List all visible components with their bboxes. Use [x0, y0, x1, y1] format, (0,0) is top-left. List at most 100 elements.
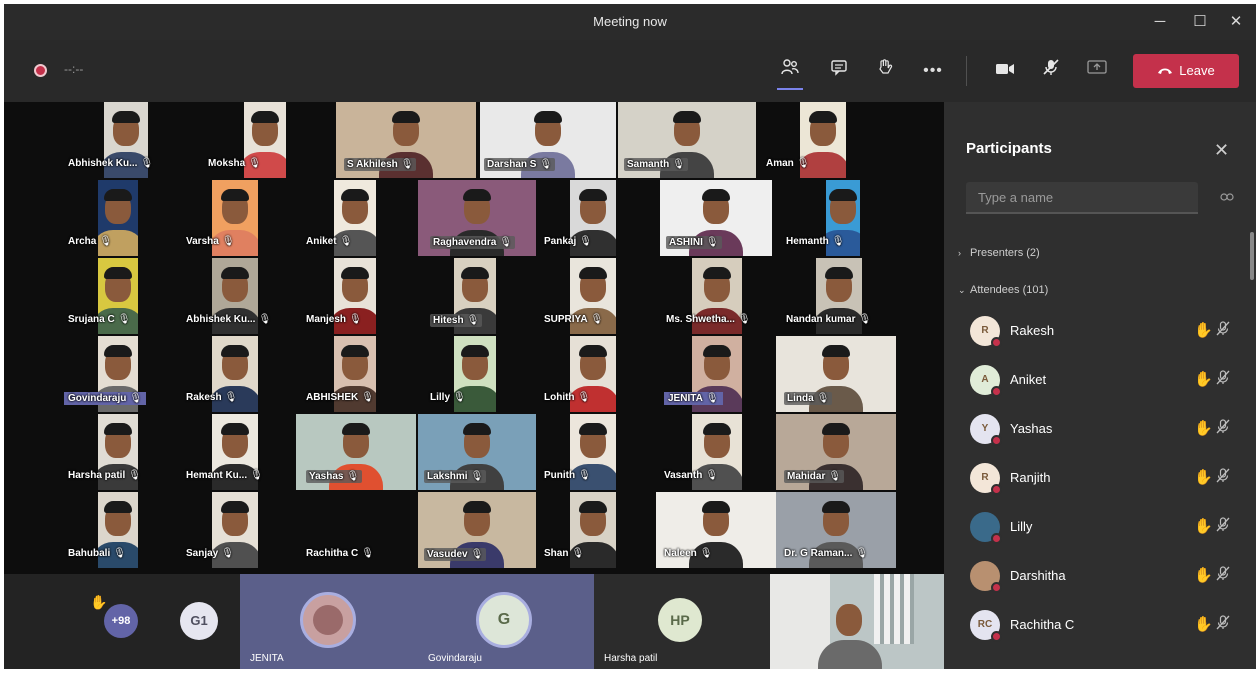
share-invite-icon[interactable]: [1220, 190, 1234, 206]
panel-scrollbar[interactable]: [1250, 232, 1254, 280]
mic-muted-icon: 🎙︎: [699, 548, 713, 559]
video-person-hair: [112, 111, 140, 124]
mic-muted-icon[interactable]: [1216, 615, 1230, 634]
participant-name: Darshitha: [1010, 568, 1066, 583]
video-grid: Abhishek Ku... 🎙︎ Moksha 🎙︎ S Akhilesh 🎙︎ Dars…: [4, 102, 944, 574]
avatar-photo: [313, 605, 343, 635]
video-person-hair: [463, 423, 491, 436]
strip-tile-govindaraju[interactable]: G Govindaraju: [418, 574, 594, 669]
participant-row[interactable]: R Ranjith ✋: [966, 459, 1236, 499]
overflow-count-badge[interactable]: +98: [104, 604, 138, 638]
mic-muted-icon: 🎙︎: [705, 237, 719, 248]
mic-muted-icon[interactable]: [1216, 321, 1230, 340]
more-icon[interactable]: •••: [916, 54, 950, 88]
presenters-section[interactable]: › Presenters (2): [958, 247, 1040, 259]
video-person-hair: [579, 501, 607, 514]
mic-muted-icon: 🎙︎: [579, 236, 592, 247]
participant-name: JENITA: [668, 393, 703, 404]
participant-name: Naleen: [664, 548, 697, 559]
participant-name: Aman: [766, 158, 794, 169]
participant-name: Darshan S: [487, 159, 537, 170]
avatar-initials: R: [981, 472, 989, 483]
participant-name: S Akhilesh: [347, 159, 398, 170]
mic-muted-icon: 🎙︎: [858, 314, 872, 325]
title-bar: Meeting now ─ ☐ ✕: [4, 4, 1256, 40]
participant-name-tag: Samanth 🎙︎: [624, 158, 688, 171]
share-screen-icon[interactable]: [1080, 54, 1114, 88]
overflow-cell[interactable]: ✋ +98 G1: [4, 574, 218, 669]
raised-hand-icon: ✋: [1194, 469, 1213, 486]
mic-muted-icon: 🎙︎: [99, 236, 113, 247]
video-person-hair: [703, 267, 731, 280]
participant-row[interactable]: Lilly ✋: [966, 508, 1236, 548]
avatar: R: [970, 316, 1002, 348]
camera-icon[interactable]: [988, 54, 1022, 88]
teams-meeting-window: Meeting now ─ ☐ ✕ --:-- ••• Leave Abhish…: [4, 4, 1256, 669]
participant-name: Lohith: [544, 392, 575, 403]
participant-row[interactable]: R Rakesh ✋: [966, 312, 1236, 352]
raised-hand-icon: ✋: [1194, 322, 1213, 339]
maximize-button[interactable]: ☐: [1180, 8, 1220, 36]
video-person-hair: [251, 111, 279, 124]
participant-name: Sanjay: [186, 548, 219, 559]
video-person-hair: [341, 345, 369, 358]
participant-name-tag: Vasanth 🎙︎: [664, 470, 718, 481]
participant-name-tag: Srujana C 🎙︎: [68, 314, 130, 325]
strip-tile-jenita[interactable]: JENITA: [240, 574, 418, 669]
video-person-hair: [461, 345, 489, 358]
participant-search-input[interactable]: [966, 182, 1198, 214]
participant-name: Varsha: [186, 236, 219, 247]
participant-name: Mahidar: [787, 471, 826, 482]
participant-row[interactable]: A Aniket ✋: [966, 361, 1236, 401]
mic-muted-icon[interactable]: [1216, 370, 1230, 389]
participant-name: Abhishek Ku...: [186, 314, 256, 325]
video-person-hair: [829, 189, 857, 202]
strip-tile-harsha[interactable]: HP Harsha patil: [594, 574, 770, 669]
participant-row[interactable]: Darshitha ✋: [966, 557, 1236, 597]
mic-muted-icon: 🎙︎: [590, 314, 604, 325]
participant-name: Pankaj: [544, 236, 577, 247]
attendees-section[interactable]: ⌄ Attendees (101): [958, 284, 1048, 296]
mic-muted-icon[interactable]: [1216, 468, 1230, 487]
participant-name-tag: Punith 🎙︎: [544, 470, 591, 481]
participant-name-tag: S Akhilesh 🎙︎: [344, 158, 417, 171]
strip-name-harsha: Harsha patil: [604, 653, 658, 664]
video-person-hair: [341, 267, 369, 280]
video-person-hair: [809, 111, 837, 124]
participant-name: Shan: [544, 548, 569, 559]
participant-name: Rachitha C: [306, 548, 359, 559]
minimize-button[interactable]: ─: [1140, 8, 1180, 36]
mic-muted-icon: 🎙︎: [346, 471, 360, 482]
participant-name-tag: JENITA 🎙︎: [664, 392, 723, 405]
mic-muted-icon[interactable]: [1216, 566, 1230, 585]
mic-muted-icon[interactable]: [1216, 419, 1230, 438]
participant-name-tag: Lilly 🎙︎: [430, 392, 466, 403]
participant-row[interactable]: RC Rachitha C ✋: [966, 606, 1236, 646]
video-person-hair: [104, 345, 132, 358]
self-view-video[interactable]: [770, 574, 944, 669]
participant-name: Govindaraju: [68, 393, 127, 404]
video-person-hair: [342, 423, 370, 436]
mic-muted-icon[interactable]: [1034, 54, 1068, 88]
raised-hand-icon: ✋: [1194, 371, 1213, 388]
participant-name-tag: Rachitha C 🎙︎: [306, 548, 374, 559]
mic-muted-icon[interactable]: [1216, 517, 1230, 536]
mic-muted-icon: 🎙︎: [539, 159, 553, 170]
video-person-hair: [221, 267, 249, 280]
raise-hand-icon[interactable]: [868, 54, 902, 88]
close-window-button[interactable]: ✕: [1216, 8, 1256, 36]
participant-name-tag: Lakshmi 🎙︎: [424, 470, 487, 483]
chevron-right-icon: ›: [958, 248, 961, 258]
chat-icon[interactable]: [822, 54, 856, 88]
raised-hand-icon: ✋: [1194, 518, 1213, 535]
close-panel-icon[interactable]: ✕: [1214, 140, 1229, 161]
participant-name-tag: Varsha 🎙︎: [186, 236, 235, 247]
video-person-hair: [822, 501, 850, 514]
participant-name: Yashas: [309, 471, 344, 482]
participants-icon[interactable]: [773, 54, 807, 90]
presenters-label: Presenters (2): [970, 247, 1040, 259]
participant-name-tag: Rakesh 🎙︎: [186, 392, 237, 403]
video-person-hair: [341, 189, 369, 202]
participant-row[interactable]: Y Yashas ✋: [966, 410, 1236, 450]
leave-button[interactable]: Leave: [1133, 54, 1239, 88]
